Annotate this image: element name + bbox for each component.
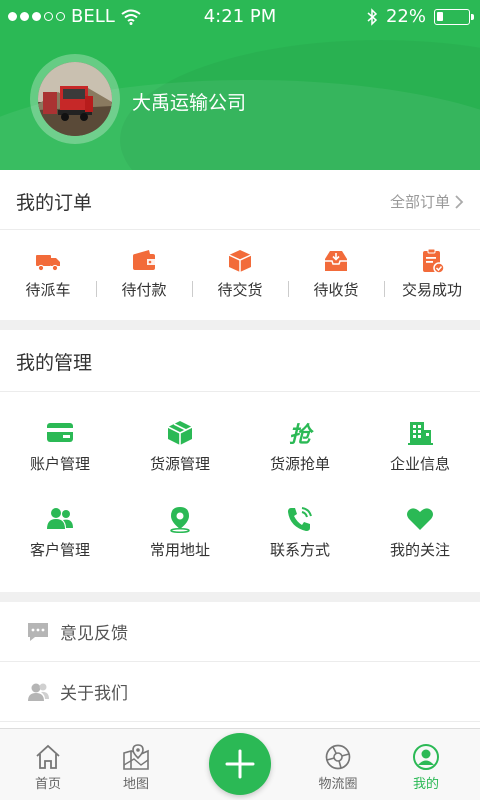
cargo-source-management[interactable]: 货源管理 xyxy=(120,393,240,479)
order-label: 待派车 xyxy=(25,281,71,299)
tab-logistics-circle[interactable]: 物流圈 xyxy=(290,729,386,800)
account-management[interactable]: 账户管理 xyxy=(0,393,120,479)
grab-icon: 抢 xyxy=(289,422,314,447)
tab-map[interactable]: 地图 xyxy=(88,729,184,800)
avatar-frame[interactable] xyxy=(30,54,120,144)
feedback-item[interactable]: 意见反馈 xyxy=(0,602,480,662)
management-title: 我的管理 xyxy=(16,352,93,374)
contact-info[interactable]: 联系方式 xyxy=(240,479,360,565)
tab-label: 地图 xyxy=(122,777,149,792)
tab-label: 物流圈 xyxy=(318,777,358,792)
clipboard-check-icon xyxy=(423,248,445,274)
customer-management[interactable]: 客户管理 xyxy=(0,479,120,565)
grid-label: 账户管理 xyxy=(29,455,90,473)
orders-header: 我的订单 全部订单 xyxy=(0,170,480,230)
home-icon xyxy=(36,744,60,769)
wallet-icon xyxy=(133,250,155,270)
order-label: 待付款 xyxy=(121,281,167,299)
avatar[interactable] xyxy=(38,62,112,136)
list-label: 意见反馈 xyxy=(60,624,128,644)
grid-label: 企业信息 xyxy=(389,455,450,473)
orders-title: 我的订单 xyxy=(16,192,93,214)
plus-icon xyxy=(225,749,255,779)
order-status-row: 待派车 待付款 待交货 待收货 交易成功 xyxy=(0,231,480,320)
battery-percent: 22% xyxy=(385,6,426,27)
order-label: 交易成功 xyxy=(401,281,462,299)
cargo-grab-order[interactable]: 抢 货源抢单 xyxy=(240,393,360,479)
phone-icon xyxy=(288,507,312,531)
location-pin-icon xyxy=(170,507,190,533)
bluetooth-icon xyxy=(367,7,378,26)
package-icon xyxy=(228,250,252,272)
tab-label: 我的 xyxy=(412,777,439,792)
grid-label: 常用地址 xyxy=(149,541,210,559)
order-pending-delivery[interactable]: 待交货 xyxy=(192,231,288,320)
chevron-right-icon xyxy=(455,194,464,209)
svg-text:抢: 抢 xyxy=(289,422,314,447)
grid-label: 货源抢单 xyxy=(269,455,330,473)
inbox-icon xyxy=(325,251,347,271)
my-follows[interactable]: 我的关注 xyxy=(360,479,480,565)
enterprise-info[interactable]: 企业信息 xyxy=(360,393,480,479)
tab-profile[interactable]: 我的 xyxy=(378,729,474,800)
logistics-circle-icon xyxy=(325,744,351,770)
order-label: 待交货 xyxy=(217,281,263,299)
grid-label: 客户管理 xyxy=(29,541,90,559)
order-pending-receipt[interactable]: 待收货 xyxy=(288,231,384,320)
add-button[interactable] xyxy=(209,733,271,795)
order-pending-payment[interactable]: 待付款 xyxy=(96,231,192,320)
all-orders-link[interactable]: 全部订单 xyxy=(390,191,464,212)
feedback-icon xyxy=(28,623,48,641)
cube-icon xyxy=(167,421,193,445)
card-icon xyxy=(47,423,73,442)
management-section: 我的管理 账户管理 货源管理 抢 货源抢单 企业信息 客户管理 常用地址 联系方… xyxy=(0,330,480,592)
users-icon xyxy=(47,508,73,529)
truck-icon xyxy=(36,255,60,272)
about-icon xyxy=(28,683,49,701)
list-label: 关于我们 xyxy=(60,684,128,704)
management-grid: 账户管理 货源管理 抢 货源抢单 企业信息 客户管理 常用地址 联系方式 我的关… xyxy=(0,393,480,592)
tab-home[interactable]: 首页 xyxy=(0,729,96,800)
order-label: 待收货 xyxy=(313,281,359,299)
grid-label: 货源管理 xyxy=(149,455,210,473)
heart-icon xyxy=(407,508,433,530)
order-pending-dispatch[interactable]: 待派车 xyxy=(0,231,96,320)
tab-label: 首页 xyxy=(34,777,61,792)
status-right: 22% xyxy=(366,6,474,27)
grid-label: 联系方式 xyxy=(269,541,330,559)
map-icon xyxy=(123,744,149,770)
building-icon xyxy=(408,422,433,445)
all-orders-label: 全部订单 xyxy=(389,193,450,211)
company-name: 大禹运输公司 xyxy=(132,92,247,114)
status-bar: BELL 4:21 PM 22% xyxy=(0,0,480,34)
management-header: 我的管理 xyxy=(0,330,480,392)
settings-list: 意见反馈 关于我们 xyxy=(0,602,480,728)
profile-header: BELL 4:21 PM 22% 大禹运输公司 xyxy=(0,0,480,170)
order-completed[interactable]: 交易成功 xyxy=(384,231,480,320)
common-address[interactable]: 常用地址 xyxy=(120,479,240,565)
orders-section: 我的订单 全部订单 待派车 待付款 待交货 待收货 交易成功 xyxy=(0,170,480,320)
about-us-item[interactable]: 关于我们 xyxy=(0,662,480,722)
battery-icon xyxy=(434,8,474,25)
grid-label: 我的关注 xyxy=(389,541,450,559)
profile-icon xyxy=(413,744,439,770)
